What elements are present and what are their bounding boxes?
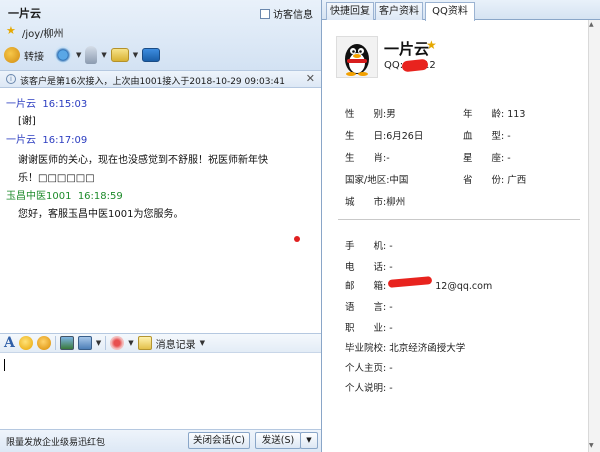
message-input[interactable] — [0, 353, 321, 429]
toolbar-divider — [105, 336, 107, 350]
video-call-dropdown-icon[interactable]: ▼ — [76, 51, 81, 59]
scroll-up-icon[interactable]: ▲ — [589, 21, 594, 28]
transfer-button[interactable]: 转接 — [24, 48, 44, 63]
avatar — [336, 36, 378, 78]
province-field: 省 份: 广西 — [463, 175, 527, 186]
message-text: [谢] — [18, 116, 36, 127]
qq-number-label: QQ: — [384, 60, 404, 71]
send-button[interactable]: 发送(S) — [255, 432, 301, 449]
country-field: 国家/地区:中国 — [345, 175, 409, 186]
tab-quick-reply[interactable]: 快捷回复 — [326, 2, 374, 20]
penguin-avatar-icon — [345, 44, 369, 76]
contact-location: /joy/柳州 — [22, 29, 64, 40]
remote-desktop-icon[interactable] — [142, 48, 161, 62]
profile-name: 一片云 — [384, 40, 430, 58]
vip-star-icon: ★ — [426, 38, 437, 52]
red-dot-marker — [294, 236, 300, 242]
blood-type-field: 血 型: - — [463, 131, 511, 142]
profile-scrollbar[interactable] — [588, 20, 600, 452]
scroll-down-icon[interactable]: ▼ — [589, 442, 594, 449]
chat-header: 一片云 访客信息 ★ /joy/柳州 转接 ▼ ▼ ▼ — [0, 0, 321, 70]
constellation-field: 星 座: - — [463, 153, 511, 164]
message-text: 您好，客服玉昌中医1001为您服务。 — [18, 209, 184, 220]
send-options-dropdown-icon[interactable]: ▼ — [300, 432, 318, 449]
notice-text: 该客户是第16次接入，上次由1001接入于2018-10-29 09:03:41 — [20, 77, 285, 87]
tab-qq-info[interactable]: QQ资料 — [425, 2, 475, 21]
chat-toolbar: 转接 ▼ ▼ ▼ — [4, 44, 161, 66]
homepage-field: 个人主页: - — [345, 363, 393, 374]
mobile-field: 手 机: - — [345, 241, 393, 252]
occupation-field: 职 业: - — [345, 323, 393, 334]
message-header: 玉昌中医1001 16:18:59 — [6, 191, 123, 202]
close-icon[interactable]: ✕ — [306, 72, 315, 85]
profile-tabs: 快捷回复 客户资料 QQ资料 — [322, 0, 600, 21]
visitor-info-button[interactable]: 访客信息 — [260, 6, 313, 21]
language-field: 语 言: - — [345, 302, 393, 313]
message-text-continued: 乐！□□□□□□ — [18, 173, 95, 184]
city-field: 城 市:柳州 — [345, 197, 406, 208]
phone-field: 电 话: - — [345, 262, 393, 273]
text-caret — [4, 359, 5, 371]
transfer-icon[interactable] — [4, 47, 20, 63]
visitor-info-label: 访客信息 — [273, 10, 313, 21]
emoji-icon[interactable] — [18, 336, 33, 350]
customer-visit-notice: i 该客户是第16次接入，上次由1001接入于2018-10-29 09:03:… — [0, 70, 321, 88]
age-field: 年 龄: 113 — [463, 109, 526, 120]
info-icon: i — [6, 74, 16, 84]
voice-call-dropdown-icon[interactable]: ▼ — [101, 51, 106, 59]
send-file-dropdown-icon[interactable]: ▼ — [133, 51, 138, 59]
description-field: 个人说明: - — [345, 383, 393, 394]
message-history-button[interactable]: 消息记录 — [156, 336, 196, 351]
voice-call-icon[interactable] — [85, 46, 98, 64]
tab-customer-info[interactable]: 客户资料 — [375, 2, 423, 20]
shake-window-icon[interactable] — [110, 336, 125, 350]
close-session-button[interactable]: 关闭会话(C) — [188, 432, 250, 449]
visitor-info-icon — [260, 8, 270, 19]
message-header: 一片云 16:15:03 — [6, 99, 88, 110]
message-text: 谢谢医师的关心，现在也没感觉到不舒服！祝医师新年快 — [18, 155, 268, 166]
image-icon[interactable] — [59, 336, 74, 350]
screenshot-icon[interactable] — [77, 336, 92, 350]
shake-dropdown-icon[interactable]: ▼ — [128, 339, 133, 347]
section-divider — [338, 219, 580, 220]
school-field: 毕业院校: 北京经济函授大学 — [345, 343, 466, 354]
font-icon[interactable]: A — [4, 336, 15, 350]
history-icon[interactable] — [137, 336, 152, 350]
red-packet-promo-link[interactable]: 限量发放企业级易迅红包 — [6, 435, 105, 448]
bottom-bar: 限量发放企业级易迅红包 关闭会话(C) 发送(S) ▼ — [0, 429, 321, 452]
zodiac-field: 生 肖:- — [345, 153, 390, 164]
toolbar-divider — [54, 336, 56, 350]
star-icon: ★ — [6, 24, 16, 37]
input-toolbar: A ▼ ▼ 消息记录 ▼ — [0, 333, 321, 353]
birthday-field: 生 日:6月26日 — [345, 131, 424, 142]
screenshot-dropdown-icon[interactable]: ▼ — [96, 339, 101, 347]
video-call-icon[interactable] — [54, 46, 72, 64]
message-header: 一片云 16:17:09 — [6, 135, 88, 146]
contact-name: 一片云 — [8, 7, 41, 20]
sticker-icon[interactable] — [36, 336, 51, 350]
gender-field: 性 别:男 — [345, 109, 396, 120]
send-file-icon[interactable] — [110, 48, 129, 62]
history-dropdown-icon[interactable]: ▼ — [200, 339, 205, 347]
message-list: 一片云 16:15:03 [谢] 一片云 16:17:09 谢谢医师的关心，现在… — [0, 88, 321, 333]
